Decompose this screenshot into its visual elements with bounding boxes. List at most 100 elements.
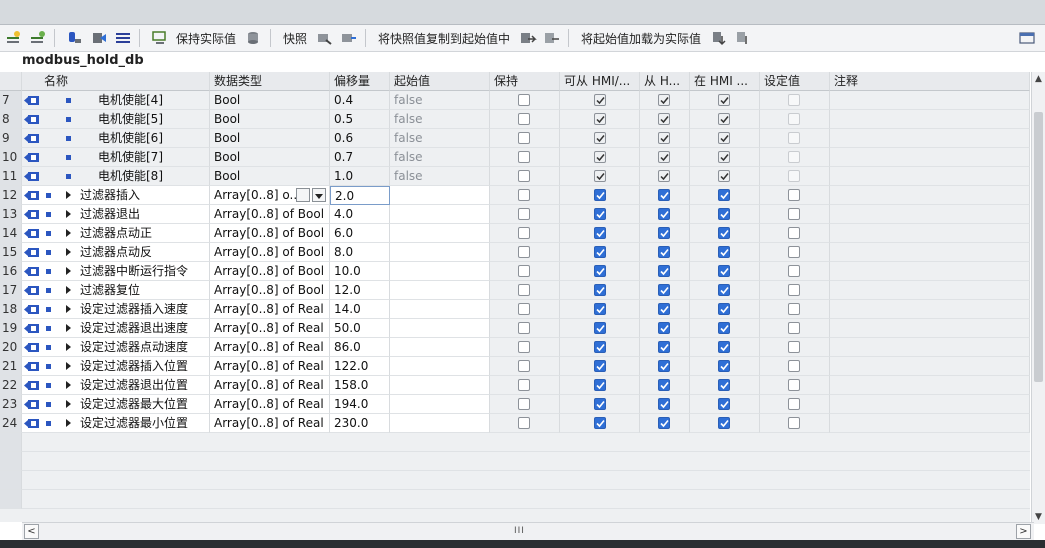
retain-checkbox[interactable]: [518, 151, 530, 163]
hmi-in-checkbox[interactable]: [718, 360, 730, 372]
offset-cell[interactable]: 12.0: [330, 281, 390, 300]
snapshot-icon[interactable]: [315, 28, 335, 48]
comment-cell[interactable]: [830, 262, 1030, 281]
datatype-cell[interactable]: Bool: [210, 167, 330, 186]
offset-cell[interactable]: 122.0: [330, 357, 390, 376]
col-header-offset[interactable]: 偏移量: [330, 72, 390, 91]
table-row[interactable]: 16 过滤器中断运行指令 Array[0..8] of Bool 10.0: [0, 262, 1030, 281]
hmi-from-checkbox[interactable]: [658, 113, 670, 125]
col-header-hmi-access[interactable]: 可从 HMI/...: [560, 72, 640, 91]
hmi-access-checkbox[interactable]: [594, 170, 606, 182]
offset-cell[interactable]: 2.0: [330, 186, 390, 205]
hmi-access-checkbox[interactable]: [594, 227, 606, 239]
hmi-in-checkbox[interactable]: [718, 322, 730, 334]
name-cell[interactable]: 电机使能[5]: [22, 110, 210, 129]
col-header-start[interactable]: 起始值: [390, 72, 490, 91]
retain-checkbox[interactable]: [518, 94, 530, 106]
horizontal-scrollbar[interactable]: < III >: [22, 522, 1034, 540]
hmi-from-checkbox[interactable]: [658, 265, 670, 277]
hmi-from-checkbox[interactable]: [658, 360, 670, 372]
col-header-retain[interactable]: 保持: [490, 72, 560, 91]
snapshot-compare-icon[interactable]: [339, 28, 359, 48]
vertical-scrollbar[interactable]: ▲ ▼: [1031, 72, 1045, 524]
name-cell[interactable]: 过滤器中断运行指令: [22, 262, 210, 281]
datatype-cell[interactable]: Array[0..8] of Real: [210, 300, 330, 319]
hmi-from-checkbox[interactable]: [658, 246, 670, 258]
offset-cell[interactable]: 230.0: [330, 414, 390, 433]
start-value-cell[interactable]: [390, 262, 490, 281]
offset-cell[interactable]: 14.0: [330, 300, 390, 319]
hmi-from-checkbox[interactable]: [658, 151, 670, 163]
offset-cell[interactable]: 0.6: [330, 129, 390, 148]
hmi-from-checkbox[interactable]: [658, 208, 670, 220]
name-cell[interactable]: 设定过滤器最大位置: [22, 395, 210, 414]
comment-cell[interactable]: [830, 395, 1030, 414]
retain-checkbox[interactable]: [518, 398, 530, 410]
hmi-access-checkbox[interactable]: [594, 94, 606, 106]
comment-cell[interactable]: [830, 300, 1030, 319]
comment-cell[interactable]: [830, 110, 1030, 129]
datatype-list-icon[interactable]: [296, 188, 310, 202]
start-value-cell[interactable]: false: [390, 110, 490, 129]
start-value-cell[interactable]: [390, 338, 490, 357]
start-value-cell[interactable]: false: [390, 167, 490, 186]
retain-checkbox[interactable]: [518, 246, 530, 258]
hmi-in-checkbox[interactable]: [718, 379, 730, 391]
expand-arrow-icon[interactable]: [66, 191, 71, 199]
table-row[interactable]: 11 电机使能[8] Bool 1.0 false: [0, 167, 1030, 186]
table-row[interactable]: 17 过滤器复位 Array[0..8] of Bool 12.0: [0, 281, 1030, 300]
start-value-cell[interactable]: [390, 281, 490, 300]
start-value-cell[interactable]: false: [390, 129, 490, 148]
hmi-in-checkbox[interactable]: [718, 417, 730, 429]
collapse-icon[interactable]: [89, 28, 109, 48]
comment-cell[interactable]: [830, 148, 1030, 167]
hmi-in-checkbox[interactable]: [718, 113, 730, 125]
expand-arrow-icon[interactable]: [66, 343, 71, 351]
hmi-in-checkbox[interactable]: [718, 208, 730, 220]
offset-cell[interactable]: 1.0: [330, 167, 390, 186]
name-cell[interactable]: 电机使能[7]: [22, 148, 210, 167]
copy-all-icon[interactable]: [542, 28, 562, 48]
name-cell[interactable]: 设定过滤器插入速度: [22, 300, 210, 319]
datatype-cell[interactable]: Bool: [210, 110, 330, 129]
datatype-cell[interactable]: Array[0..8] of Bool: [210, 262, 330, 281]
comment-cell[interactable]: [830, 414, 1030, 433]
scroll-up-icon[interactable]: ▲: [1032, 72, 1045, 85]
table-row[interactable]: 22 设定过滤器退出位置 Array[0..8] of Real 158.0: [0, 376, 1030, 395]
comment-cell[interactable]: [830, 319, 1030, 338]
start-value-cell[interactable]: [390, 357, 490, 376]
hmi-in-checkbox[interactable]: [718, 132, 730, 144]
hmi-in-checkbox[interactable]: [718, 151, 730, 163]
setpoint-checkbox[interactable]: [788, 360, 800, 372]
name-cell[interactable]: 设定过滤器点动速度: [22, 338, 210, 357]
hmi-from-checkbox[interactable]: [658, 417, 670, 429]
comment-cell[interactable]: [830, 281, 1030, 300]
table-row[interactable]: 12 过滤器插入 Array[0..8] o... 2.0: [0, 186, 1030, 205]
hmi-in-checkbox[interactable]: [718, 94, 730, 106]
name-cell[interactable]: 过滤器点动反: [22, 243, 210, 262]
monitor-icon[interactable]: [150, 28, 170, 48]
table-row[interactable]: 7 电机使能[4] Bool 0.4 false: [0, 91, 1030, 110]
table-row[interactable]: 13 过滤器退出 Array[0..8] of Bool 4.0: [0, 205, 1030, 224]
col-header-comment[interactable]: 注释: [830, 72, 1030, 91]
hmi-in-checkbox[interactable]: [718, 227, 730, 239]
retain-checkbox[interactable]: [518, 322, 530, 334]
name-cell[interactable]: 过滤器插入: [22, 186, 210, 205]
setpoint-checkbox[interactable]: [788, 379, 800, 391]
start-value-cell[interactable]: [390, 243, 490, 262]
setpoint-checkbox[interactable]: [788, 189, 800, 201]
setpoint-checkbox[interactable]: [788, 265, 800, 277]
table-row[interactable]: 15 过滤器点动反 Array[0..8] of Bool 8.0: [0, 243, 1030, 262]
hmi-from-checkbox[interactable]: [658, 303, 670, 315]
hmi-from-checkbox[interactable]: [658, 284, 670, 296]
retain-checkbox[interactable]: [518, 379, 530, 391]
datatype-cell[interactable]: Array[0..8] of Real: [210, 357, 330, 376]
retain-checkbox[interactable]: [518, 189, 530, 201]
table-row[interactable]: 9 电机使能[6] Bool 0.6 false: [0, 129, 1030, 148]
hmi-access-checkbox[interactable]: [594, 189, 606, 201]
datatype-cell[interactable]: Array[0..8] of Real: [210, 338, 330, 357]
hmi-from-checkbox[interactable]: [658, 132, 670, 144]
comment-cell[interactable]: [830, 167, 1030, 186]
datatype-cell[interactable]: Array[0..8] of Real: [210, 319, 330, 338]
datatype-cell[interactable]: Bool: [210, 129, 330, 148]
